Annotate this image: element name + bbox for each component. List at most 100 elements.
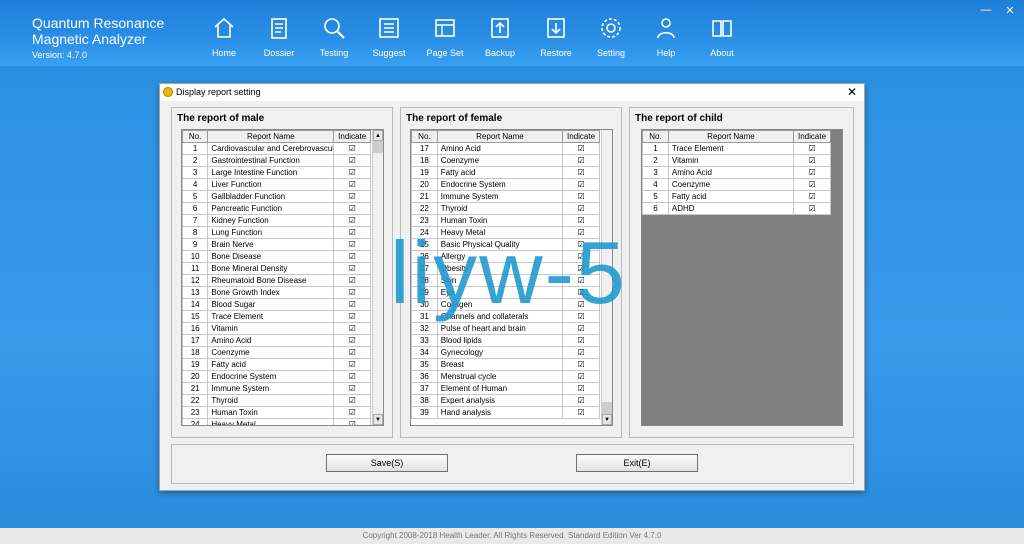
indicate-checkbox[interactable]: ☑ bbox=[333, 178, 371, 191]
table-row[interactable]: 6 Pancreatic Function ☑ bbox=[182, 202, 371, 215]
nav-backup[interactable]: Backup bbox=[473, 16, 527, 62]
indicate-checkbox[interactable]: ☑ bbox=[793, 202, 831, 215]
indicate-checkbox[interactable]: ☑ bbox=[333, 358, 371, 371]
indicate-checkbox[interactable]: ☑ bbox=[793, 142, 831, 155]
table-row[interactable]: 9 Brain Nerve ☑ bbox=[182, 238, 371, 251]
table-row[interactable]: 2 Vitamin ☑ bbox=[642, 154, 831, 167]
table-row[interactable]: 5 Fatty acid ☑ bbox=[642, 190, 831, 203]
table-row[interactable]: 23 Human Toxin ☑ bbox=[182, 406, 371, 419]
indicate-checkbox[interactable]: ☑ bbox=[562, 166, 600, 179]
child-report-grid[interactable]: No. Report Name Indicate 1 Trace Element ☑… bbox=[641, 129, 843, 426]
indicate-checkbox[interactable]: ☑ bbox=[333, 274, 371, 287]
nav-restore[interactable]: Restore bbox=[529, 16, 583, 62]
indicate-checkbox[interactable]: ☑ bbox=[793, 190, 831, 203]
nav-help[interactable]: Help bbox=[639, 16, 693, 62]
table-row[interactable]: 1 Cardiovascular and Cerebrovascular ☑ bbox=[182, 142, 371, 155]
table-row[interactable]: 19 Fatty acid ☑ bbox=[182, 358, 371, 371]
indicate-checkbox[interactable]: ☑ bbox=[562, 334, 600, 347]
table-row[interactable]: 24 Heavy Metal ☑ bbox=[182, 418, 371, 425]
table-row[interactable]: 18 Coenzyme ☑ bbox=[411, 154, 600, 167]
indicate-checkbox[interactable]: ☑ bbox=[562, 346, 600, 359]
indicate-checkbox[interactable]: ☑ bbox=[793, 178, 831, 191]
indicate-checkbox[interactable]: ☑ bbox=[333, 154, 371, 167]
table-row[interactable]: 3 Large Intestine Function ☑ bbox=[182, 166, 371, 179]
table-row[interactable]: 20 Endocrine System ☑ bbox=[182, 370, 371, 383]
table-row[interactable]: 3 Amino Acid ☑ bbox=[642, 166, 831, 179]
indicate-checkbox[interactable]: ☑ bbox=[333, 250, 371, 263]
indicate-checkbox[interactable]: ☑ bbox=[562, 178, 600, 191]
table-row[interactable]: 19 Fatty acid ☑ bbox=[411, 166, 600, 179]
indicate-checkbox[interactable]: ☑ bbox=[562, 382, 600, 395]
nav-testing[interactable]: Testing bbox=[307, 16, 361, 62]
indicate-checkbox[interactable]: ☑ bbox=[333, 346, 371, 359]
scroll-down-arrow[interactable]: ▼ bbox=[602, 414, 612, 425]
indicate-checkbox[interactable]: ☑ bbox=[333, 298, 371, 311]
nav-home[interactable]: Home bbox=[197, 16, 251, 62]
minimize-button[interactable]: — bbox=[978, 4, 994, 16]
nav-suggest[interactable]: Suggest bbox=[362, 16, 416, 62]
indicate-checkbox[interactable]: ☑ bbox=[562, 358, 600, 371]
indicate-checkbox[interactable]: ☑ bbox=[333, 166, 371, 179]
table-row[interactable]: 13 Bone Growth Index ☑ bbox=[182, 286, 371, 299]
table-row[interactable]: 1 Trace Element ☑ bbox=[642, 142, 831, 155]
male-report-grid[interactable]: No. Report Name Indicate 1 Cardiovascular… bbox=[181, 129, 384, 426]
table-row[interactable]: 8 Lung Function ☑ bbox=[182, 226, 371, 239]
indicate-checkbox[interactable]: ☑ bbox=[333, 214, 371, 227]
indicate-checkbox[interactable]: ☑ bbox=[562, 202, 600, 215]
table-row[interactable]: 12 Rheumatoid Bone Disease ☑ bbox=[182, 274, 371, 287]
table-row[interactable]: 38 Expert analysis ☑ bbox=[411, 394, 600, 407]
table-row[interactable]: 32 Pulse of heart and brain ☑ bbox=[411, 322, 600, 335]
indicate-checkbox[interactable]: ☑ bbox=[793, 166, 831, 179]
indicate-checkbox[interactable]: ☑ bbox=[333, 226, 371, 239]
indicate-checkbox[interactable]: ☑ bbox=[333, 142, 371, 155]
scroll-thumb[interactable] bbox=[373, 141, 383, 153]
indicate-checkbox[interactable]: ☑ bbox=[333, 382, 371, 395]
indicate-checkbox[interactable]: ☑ bbox=[333, 334, 371, 347]
indicate-checkbox[interactable]: ☑ bbox=[333, 262, 371, 275]
indicate-checkbox[interactable]: ☑ bbox=[562, 370, 600, 383]
indicate-checkbox[interactable]: ☑ bbox=[333, 286, 371, 299]
indicate-checkbox[interactable]: ☑ bbox=[562, 406, 600, 419]
table-row[interactable]: 7 Kidney Function ☑ bbox=[182, 214, 371, 227]
indicate-checkbox[interactable]: ☑ bbox=[333, 322, 371, 335]
table-row[interactable]: 35 Breast ☑ bbox=[411, 358, 600, 371]
table-row[interactable]: 33 Blood lipids ☑ bbox=[411, 334, 600, 347]
table-row[interactable]: 4 Coenzyme ☑ bbox=[642, 178, 831, 191]
indicate-checkbox[interactable]: ☑ bbox=[333, 238, 371, 251]
indicate-checkbox[interactable]: ☑ bbox=[562, 154, 600, 167]
table-row[interactable]: 36 Menstrual cycle ☑ bbox=[411, 370, 600, 383]
indicate-checkbox[interactable]: ☑ bbox=[333, 190, 371, 203]
table-row[interactable]: 39 Hand analysis ☑ bbox=[411, 406, 600, 419]
scroll-up-arrow[interactable]: ▲ bbox=[373, 130, 383, 141]
table-row[interactable]: 4 Liver Function ☑ bbox=[182, 178, 371, 191]
table-row[interactable]: 6 ADHD ☑ bbox=[642, 202, 831, 215]
table-row[interactable]: 34 Gynecology ☑ bbox=[411, 346, 600, 359]
indicate-checkbox[interactable]: ☑ bbox=[793, 154, 831, 167]
table-row[interactable]: 22 Thyroid ☑ bbox=[182, 394, 371, 407]
table-row[interactable]: 16 Vitamin ☑ bbox=[182, 322, 371, 335]
table-row[interactable]: 17 Amino Acid ☑ bbox=[182, 334, 371, 347]
nav-about[interactable]: About bbox=[695, 16, 749, 62]
nav-setting[interactable]: Setting bbox=[584, 16, 638, 62]
table-row[interactable]: 17 Amino Acid ☑ bbox=[411, 142, 600, 155]
table-row[interactable]: 18 Coenzyme ☑ bbox=[182, 346, 371, 359]
table-row[interactable]: 22 Thyroid ☑ bbox=[411, 202, 600, 215]
table-row[interactable]: 21 Immune System ☑ bbox=[182, 382, 371, 395]
scroll-thumb[interactable] bbox=[602, 402, 612, 414]
indicate-checkbox[interactable]: ☑ bbox=[562, 190, 600, 203]
indicate-checkbox[interactable]: ☑ bbox=[562, 322, 600, 335]
indicate-checkbox[interactable]: ☑ bbox=[333, 202, 371, 215]
table-row[interactable]: 5 Gallbladder Function ☑ bbox=[182, 190, 371, 203]
close-window-button[interactable]: ✕ bbox=[1002, 4, 1018, 17]
save-button[interactable]: Save(S) bbox=[326, 454, 448, 472]
table-row[interactable]: 14 Blood Sugar ☑ bbox=[182, 298, 371, 311]
table-row[interactable]: 10 Bone Disease ☑ bbox=[182, 250, 371, 263]
scroll-down-arrow[interactable]: ▼ bbox=[373, 414, 383, 425]
table-row[interactable]: 15 Trace Element ☑ bbox=[182, 310, 371, 323]
indicate-checkbox[interactable]: ☑ bbox=[333, 406, 371, 419]
indicate-checkbox[interactable]: ☑ bbox=[333, 394, 371, 407]
indicate-checkbox[interactable]: ☑ bbox=[333, 310, 371, 323]
exit-button[interactable]: Exit(E) bbox=[576, 454, 698, 472]
nav-page-set[interactable]: Page Set bbox=[418, 16, 472, 62]
table-row[interactable]: 37 Element of Human ☑ bbox=[411, 382, 600, 395]
